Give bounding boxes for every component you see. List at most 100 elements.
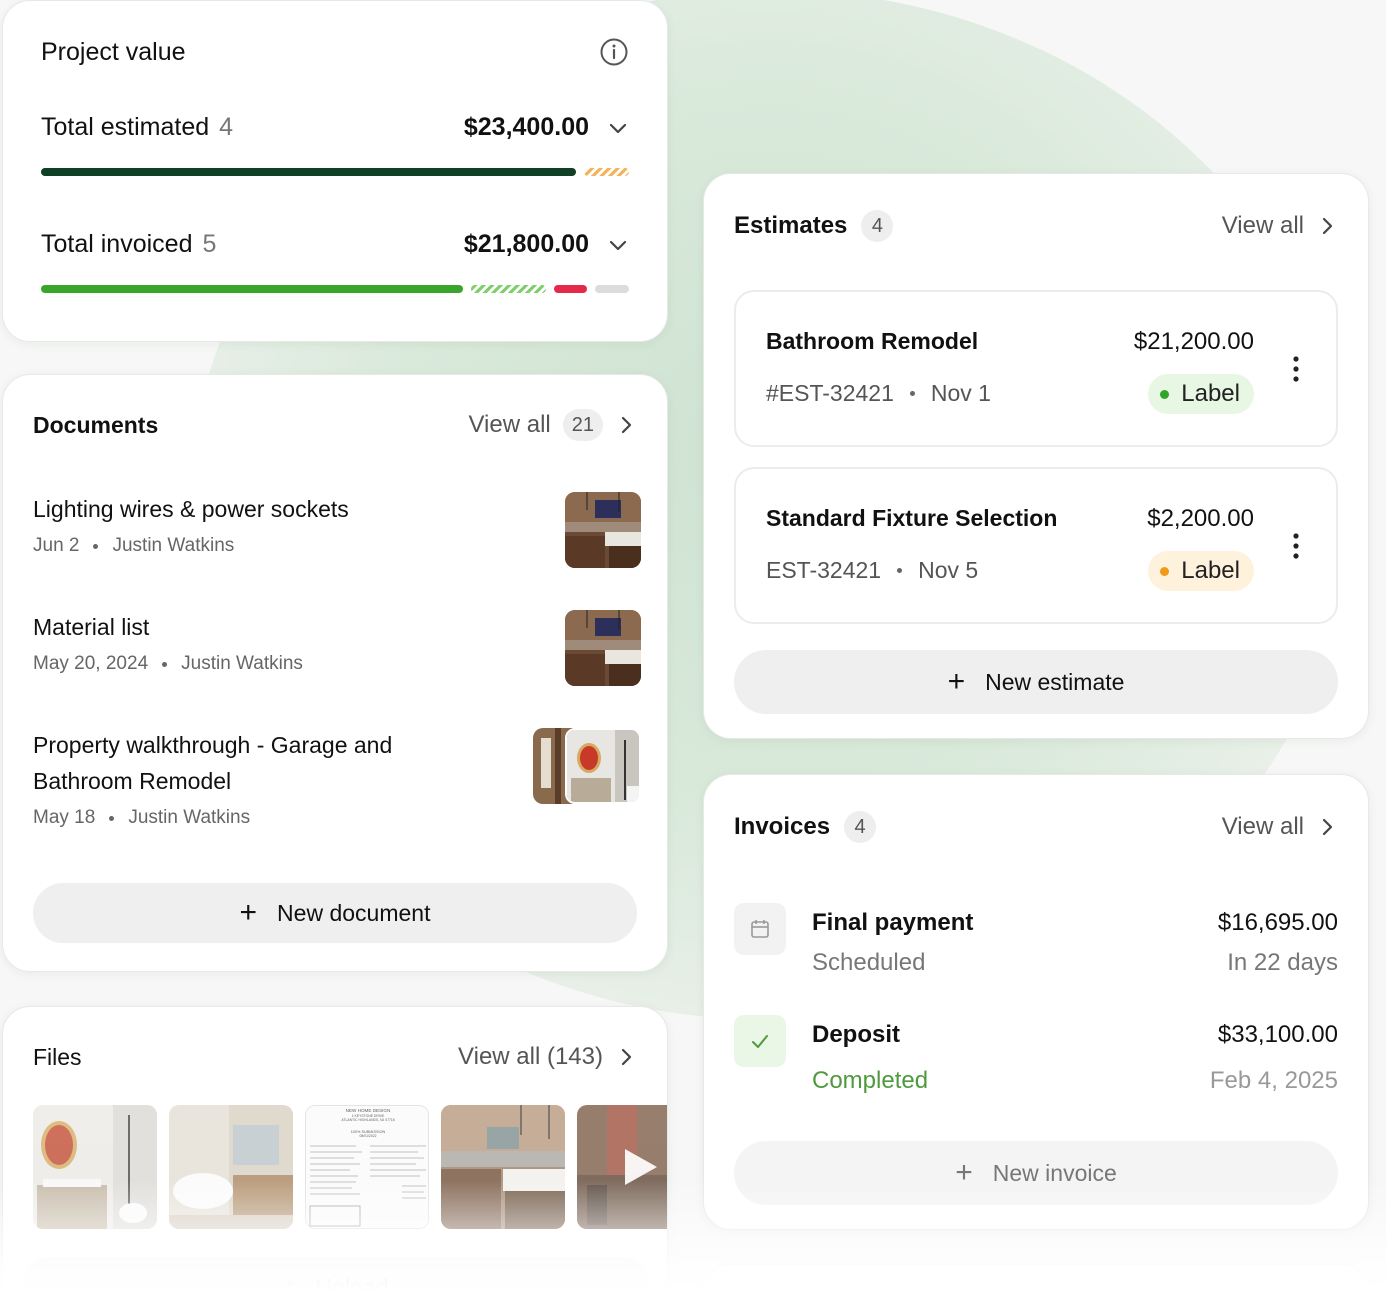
file-thumbnail-kitchen[interactable] bbox=[441, 1105, 565, 1229]
document-date: May 18 bbox=[33, 807, 96, 828]
chevron-right-icon bbox=[621, 1048, 632, 1066]
estimates-title: Estimates bbox=[734, 212, 848, 239]
estimate-card[interactable]: Bathroom Remodel $21,200.00 #EST-32421 No… bbox=[734, 290, 1338, 447]
document-author: Justin Watkins bbox=[112, 535, 235, 556]
documents-card: Documents View all 21 Lighting wires & p… bbox=[2, 374, 668, 972]
total-invoiced-amount: $21,800.00 bbox=[463, 230, 589, 258]
documents-view-all-link[interactable]: View all 21 bbox=[468, 409, 637, 441]
file-thumbnail-bathtub[interactable] bbox=[169, 1105, 293, 1229]
document-item[interactable]: Material list May 20, 2024 Justin Watkins bbox=[33, 609, 633, 675]
info-icon[interactable] bbox=[599, 37, 629, 67]
document-author: Justin Watkins bbox=[181, 653, 303, 674]
chevron-right-icon bbox=[1322, 818, 1333, 836]
status-dot bbox=[1160, 389, 1170, 399]
chevron-down-icon[interactable] bbox=[607, 234, 629, 256]
invoice-due: In 22 days bbox=[1227, 949, 1338, 976]
total-invoiced-count: 5 bbox=[202, 230, 217, 258]
blueprint-text: NEW HOME DESIGN bbox=[346, 1108, 391, 1113]
total-estimated-row[interactable]: Total estimated 4 $23,400.00 bbox=[41, 113, 629, 142]
kitchen-photo-thumbnail[interactable] bbox=[565, 610, 641, 686]
document-title: Lighting wires & power sockets bbox=[33, 496, 349, 522]
check-icon bbox=[734, 1015, 786, 1067]
total-estimated-amount: $23,400.00 bbox=[463, 113, 589, 141]
new-document-label: New document bbox=[277, 899, 431, 926]
total-estimated-label: Total estimated bbox=[41, 113, 210, 141]
project-value-card: Project value Total estimated 4 $23,400.0… bbox=[2, 0, 668, 342]
view-all-label: View all bbox=[468, 411, 551, 438]
total-invoiced-row[interactable]: Total invoiced 5 $21,800.00 bbox=[41, 230, 629, 259]
total-estimated-count: 4 bbox=[219, 113, 234, 141]
new-document-button[interactable]: + New document bbox=[33, 883, 637, 943]
new-invoice-button[interactable]: + New invoice bbox=[734, 1141, 1338, 1205]
document-title: Material list bbox=[33, 614, 150, 640]
document-date: Jun 2 bbox=[33, 535, 80, 556]
files-title: Files bbox=[33, 1043, 82, 1070]
estimate-number: EST-32421 bbox=[766, 557, 882, 583]
document-item[interactable]: Property walkthrough - Garage and Bathro… bbox=[33, 727, 453, 829]
estimate-card[interactable]: Standard Fixture Selection $2,200.00 EST… bbox=[734, 467, 1338, 624]
document-title: Property walkthrough - Garage and Bathro… bbox=[33, 732, 393, 794]
status-badge: Label bbox=[1148, 374, 1254, 414]
upload-button[interactable]: ↑ Upload bbox=[21, 1257, 651, 1292]
chevron-right-icon bbox=[621, 416, 632, 434]
invoice-name: Deposit bbox=[812, 1021, 901, 1048]
invoice-status: Scheduled bbox=[812, 949, 926, 976]
invoice-date: Feb 4, 2025 bbox=[1209, 1067, 1338, 1094]
estimated-progress-solid bbox=[41, 168, 577, 176]
blueprint-text: 08/01/2022 bbox=[360, 1134, 377, 1138]
estimated-progress-bar bbox=[41, 168, 629, 176]
view-all-label: View all bbox=[1221, 813, 1304, 840]
view-all-label: View all bbox=[1221, 212, 1304, 239]
invoiced-progress-bar bbox=[41, 285, 629, 293]
status-label: Label bbox=[1181, 557, 1240, 584]
separator-dot bbox=[93, 543, 99, 549]
invoiced-progress-pending bbox=[470, 285, 546, 293]
bathroom-photo-thumbnail[interactable] bbox=[565, 728, 641, 804]
plus-icon: + bbox=[239, 896, 258, 929]
chevron-right-icon bbox=[1322, 217, 1333, 235]
files-card: Files View all (143) NEW HOME DESIGN 1 K… bbox=[2, 1006, 668, 1292]
documents-title: Documents bbox=[33, 411, 159, 438]
invoices-view-all-link[interactable]: View all bbox=[1222, 813, 1338, 841]
calendar-icon bbox=[734, 903, 786, 955]
separator-dot bbox=[909, 391, 915, 396]
kitchen-photo-thumbnail[interactable] bbox=[565, 492, 641, 568]
invoice-status: Completed bbox=[812, 1067, 929, 1094]
file-thumbnail-blueprint[interactable]: NEW HOME DESIGN 1 KEYSTONE DRIVE ATLANTI… bbox=[305, 1105, 429, 1229]
estimate-number: #EST-32421 bbox=[766, 380, 894, 406]
files-view-all-link[interactable]: View all (143) bbox=[458, 1043, 637, 1071]
file-thumbnail-video[interactable] bbox=[577, 1105, 667, 1229]
status-dot bbox=[1160, 566, 1170, 576]
separator-dot bbox=[109, 815, 115, 821]
file-thumbnail-bathroom[interactable] bbox=[33, 1105, 157, 1229]
invoice-amount: $33,100.00 bbox=[1217, 1021, 1338, 1048]
new-estimate-label: New estimate bbox=[985, 668, 1125, 695]
estimates-view-all-link[interactable]: View all bbox=[1222, 212, 1338, 240]
estimates-card: Estimates 4 View all Bathroom Remodel $2… bbox=[703, 173, 1369, 739]
total-invoiced-label: Total invoiced bbox=[41, 230, 193, 258]
upload-icon: ↑ bbox=[283, 1273, 296, 1292]
upload-label: Upload bbox=[315, 1273, 389, 1292]
estimated-progress-pending bbox=[584, 168, 629, 176]
invoiced-progress-paid bbox=[41, 285, 463, 293]
blueprint-text: ATLANTIC HIGHLANDS, NJ 07716 bbox=[341, 1118, 394, 1122]
document-item[interactable]: Lighting wires & power sockets Jun 2 Just… bbox=[33, 491, 633, 557]
documents-count-badge: 21 bbox=[562, 409, 603, 441]
plus-icon: + bbox=[955, 1156, 973, 1189]
project-value-title: Project value bbox=[41, 37, 186, 66]
estimate-name: Standard Fixture Selection bbox=[766, 505, 1058, 531]
invoiced-progress-overdue bbox=[553, 285, 588, 293]
more-options-icon[interactable] bbox=[1292, 356, 1300, 382]
invoices-count-badge: 4 bbox=[844, 811, 877, 843]
estimate-date: Nov 5 bbox=[918, 557, 979, 583]
chevron-down-icon[interactable] bbox=[607, 117, 629, 139]
invoiced-progress-remaining bbox=[595, 285, 629, 293]
estimate-name: Bathroom Remodel bbox=[766, 328, 979, 354]
estimate-date: Nov 1 bbox=[930, 380, 991, 406]
invoice-name: Final payment bbox=[812, 909, 974, 936]
estimate-amount: $2,200.00 bbox=[1147, 505, 1254, 532]
separator-dot bbox=[897, 568, 903, 573]
more-options-icon[interactable] bbox=[1292, 533, 1300, 559]
new-estimate-button[interactable]: + New estimate bbox=[734, 650, 1338, 714]
status-badge: Label bbox=[1148, 551, 1254, 591]
